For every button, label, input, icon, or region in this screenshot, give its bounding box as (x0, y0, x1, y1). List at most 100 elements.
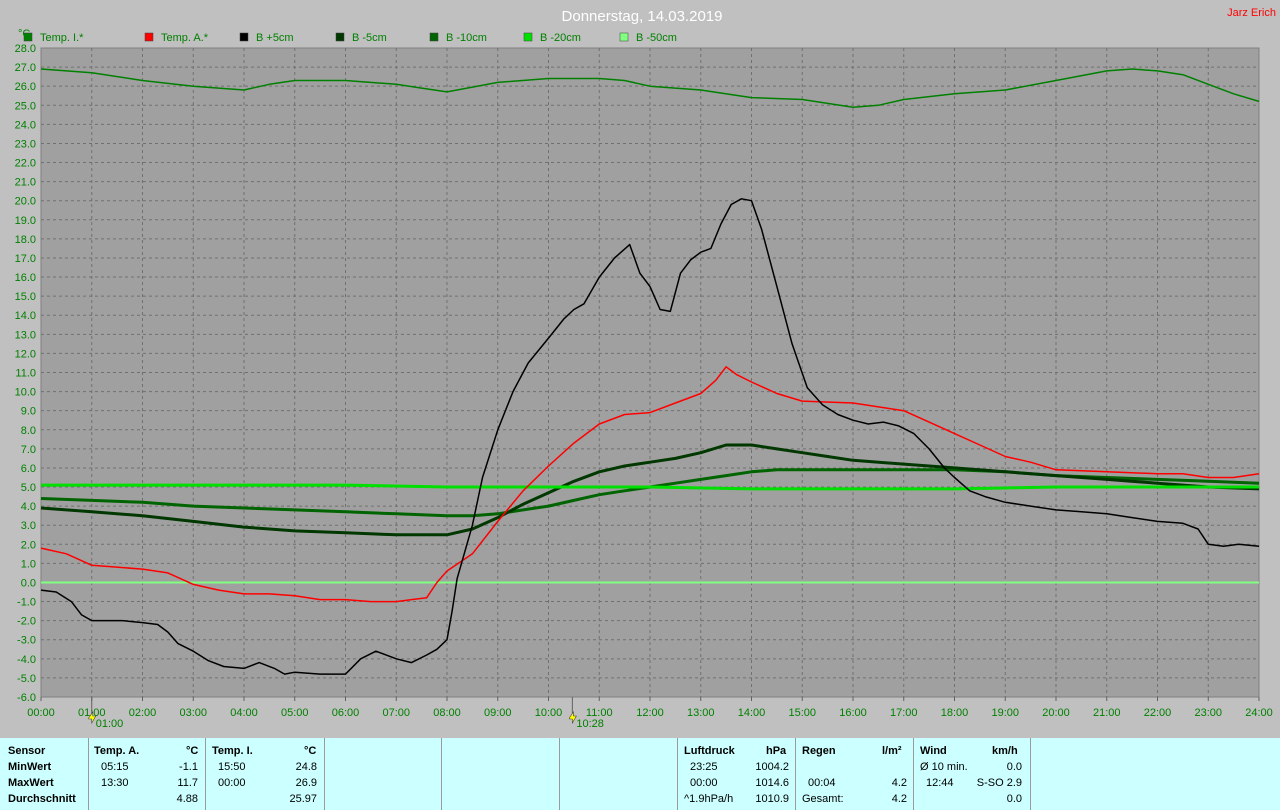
wind-avg: 0.0 (1006, 761, 1022, 773)
x-tick-label: 24:00 (1245, 707, 1273, 719)
y-tick-label: 27.0 (15, 62, 36, 74)
x-tick-label: 15:00 (788, 707, 816, 719)
x-tick-label: 09:00 (484, 707, 512, 719)
y-tick-label: 28.0 (15, 43, 36, 55)
rain-unit: l/m² (882, 745, 902, 757)
legend-label: B +5cm (256, 32, 294, 44)
x-tick-label: 03:00 (179, 707, 207, 719)
temp-i-title: Temp. I. (212, 745, 253, 757)
temp-a-avg: 4.88 (176, 793, 198, 805)
wind-title: Wind (920, 745, 947, 757)
y-tick-label: 0.0 (21, 577, 36, 589)
x-tick-label: 16:00 (839, 707, 867, 719)
legend-label: B -20cm (540, 32, 581, 44)
pressure-unit: hPa (766, 745, 787, 757)
wind-avg-label: Ø 10 min. (920, 761, 968, 773)
lightning-icon (569, 711, 577, 725)
x-tick-label: 10:00 (535, 707, 563, 719)
x-tick-label: 06:00 (332, 707, 360, 719)
temp-a-max-time: 13:30 (101, 777, 129, 789)
temp-i-avg: 25.97 (289, 793, 317, 805)
y-tick-label: 22.0 (15, 158, 36, 170)
rain-total: 4.2 (891, 793, 907, 805)
y-tick-label: 11.0 (15, 368, 36, 380)
pressure-min-time: 23:25 (690, 761, 718, 773)
temp-a-title: Temp. A. (94, 745, 140, 757)
rain-title: Regen (802, 745, 836, 757)
y-tick-label: -5.0 (17, 673, 36, 685)
y-tick-label: -6.0 (17, 692, 36, 704)
temp-a-max-val: 11.7 (177, 777, 198, 789)
legend-label: Temp. A.* (161, 32, 209, 44)
y-tick-label: 10.0 (15, 387, 36, 399)
y-tick-label: 15.0 (15, 291, 36, 303)
y-tick-label: 9.0 (21, 406, 36, 418)
x-tick-label: 20:00 (1042, 707, 1070, 719)
y-tick-label: 23.0 (15, 138, 36, 150)
x-tick-label: 17:00 (890, 707, 918, 719)
y-tick-label: 6.0 (21, 463, 36, 475)
x-tick-label: 14:00 (738, 707, 766, 719)
y-tick-label: 12.0 (15, 348, 36, 360)
legend-swatch (619, 32, 629, 42)
time-marker-label: 10:28 (576, 718, 604, 730)
wind-max-val: S-SO 2.9 (976, 777, 1022, 789)
y-tick-label: -2.0 (17, 616, 36, 628)
y-tick-label: 3.0 (21, 520, 36, 532)
x-tick-label: 13:00 (687, 707, 715, 719)
legend-swatch (144, 32, 154, 42)
stats-table: Sensor MinWert MaxWert Durchschnitt Temp… (0, 738, 1280, 810)
pressure-max-time: 00:00 (690, 777, 718, 789)
row-label-max: MaxWert (8, 777, 54, 789)
x-tick-label: 22:00 (1144, 707, 1172, 719)
row-label-avg: Durchschnitt (8, 793, 76, 805)
y-axis-unit: °C (18, 28, 30, 40)
y-tick-label: 2.0 (21, 539, 36, 551)
x-tick-label: 04:00 (230, 707, 258, 719)
legend-swatch (523, 32, 533, 42)
temp-i-min-time: 15:50 (218, 761, 246, 773)
x-tick-label: 00:00 (27, 707, 55, 719)
x-tick-label: 08:00 (433, 707, 461, 719)
y-tick-label: 7.0 (21, 444, 36, 456)
rain-val: 4.2 (891, 777, 907, 789)
y-tick-label: 4.0 (21, 501, 36, 513)
y-tick-label: -3.0 (17, 635, 36, 647)
temp-i-min-val: 24.8 (295, 761, 317, 773)
y-tick-label: 21.0 (15, 177, 36, 189)
y-tick-label: 19.0 (15, 215, 36, 227)
y-tick-label: -4.0 (17, 654, 36, 666)
x-tick-label: 05:00 (281, 707, 309, 719)
y-axis: -6.0 -5.0 -4.0 -3.0 -2.0 -1.0 0.0 1.0 2.0 3.0 4.0 5… (15, 43, 36, 704)
pressure-max-val: 1014.6 (755, 777, 789, 789)
y-tick-label: 26.0 (15, 81, 36, 93)
row-label-min: MinWert (8, 761, 52, 773)
legend-label: Temp. I.* (40, 32, 84, 44)
time-marker-label: 01:00 (96, 718, 124, 730)
y-tick-label: 25.0 (15, 100, 36, 112)
y-tick-label: 14.0 (15, 310, 36, 322)
x-tick-label: 02:00 (129, 707, 157, 719)
pressure-trend: ^1.9hPa/h (684, 793, 734, 805)
temp-a-min-time: 05:15 (101, 761, 129, 773)
legend: Temp. I.* Temp. A.* B +5cm B -5cm B -10cm B -… (23, 32, 677, 44)
y-tick-label: 13.0 (15, 329, 36, 341)
x-tick-label: 12:00 (636, 707, 664, 719)
legend-swatch (429, 32, 439, 42)
temp-i-max-val: 26.9 (295, 777, 317, 789)
y-tick-label: 24.0 (15, 119, 36, 131)
y-tick-label: 5.0 (21, 482, 36, 494)
x-tick-label: 23:00 (1194, 707, 1222, 719)
x-tick-label: 19:00 (991, 707, 1019, 719)
temp-a-min-val: -1.1 (179, 761, 198, 773)
x-tick-label: 18:00 (941, 707, 969, 719)
row-label-sensor: Sensor (8, 745, 46, 757)
pressure-title: Luftdruck (684, 745, 735, 757)
y-tick-label: 18.0 (15, 234, 36, 246)
legend-label: B -5cm (352, 32, 387, 44)
legend-swatch (335, 32, 345, 42)
rain-total-label: Gesamt: (802, 793, 844, 805)
y-tick-label: 20.0 (15, 196, 36, 208)
x-tick-label: 21:00 (1093, 707, 1121, 719)
y-tick-label: 16.0 (15, 272, 36, 284)
